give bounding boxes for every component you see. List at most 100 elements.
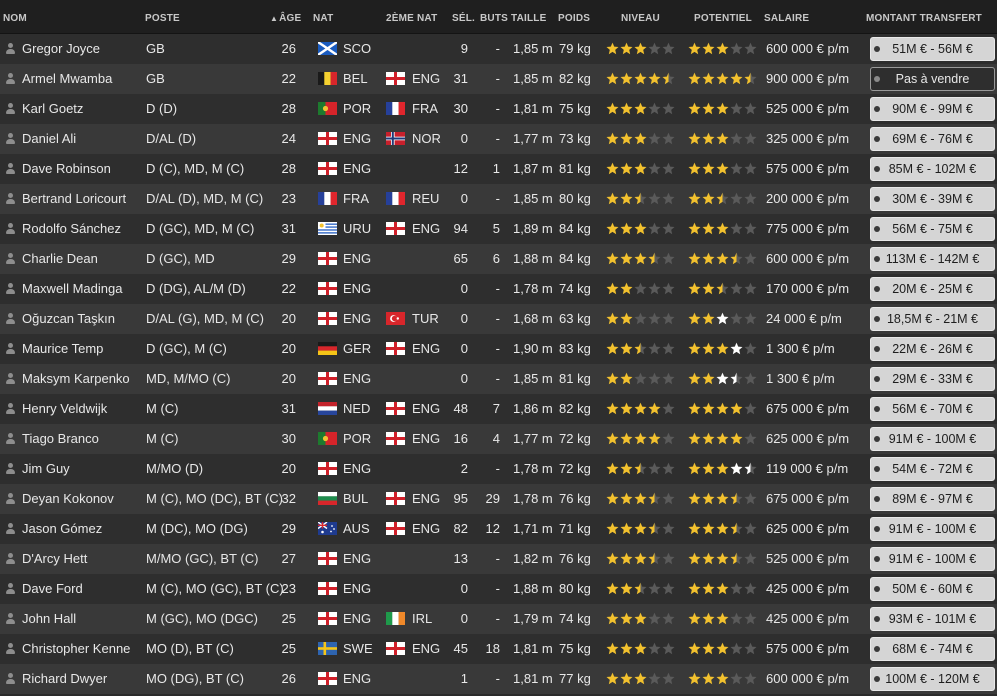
transfer-value-tag[interactable]: 93M € - 101M € (870, 607, 995, 631)
transfer-value-tag[interactable]: 56M € - 70M € (870, 397, 995, 421)
table-row[interactable]: Oğuzcan Taşkın D/AL (G), MD, M (C) 20 ENG TU… (0, 304, 997, 334)
col-header-potentiel[interactable]: POTENTIEL (694, 0, 752, 34)
nat2-flag-icon (386, 132, 405, 145)
table-row[interactable]: Gregor Joyce GB 26 SCO 9 -1,85 m 79 kg 600 000 … (0, 34, 997, 64)
transfer-value-tag[interactable]: 100M € - 120M € (870, 667, 995, 691)
player-name[interactable]: Gregor Joyce (22, 34, 100, 64)
table-row[interactable]: Rodolfo Sánchez D (GC), MD, M (C) 31 URU ENG… (0, 214, 997, 244)
player-name[interactable]: John Hall (22, 604, 76, 634)
player-name[interactable]: Dave Robinson (22, 154, 111, 184)
player-name[interactable]: Jason Gómez (22, 514, 102, 544)
transfer-value-tag[interactable]: 91M € - 100M € (870, 427, 995, 451)
table-row[interactable]: Richard Dwyer MO (DG), BT (C) 26 ENG 1 -1,81 … (0, 664, 997, 694)
player-name[interactable]: Daniel Ali (22, 124, 76, 154)
player-second-nationality: REU (412, 191, 440, 206)
col-header-taille[interactable]: TAILLE (511, 0, 546, 34)
transfer-value-tag[interactable]: 56M € - 75M € (870, 217, 995, 241)
player-name[interactable]: Maurice Temp (22, 334, 103, 364)
col-header-sel[interactable]: SÉL. (452, 0, 475, 34)
player-name[interactable]: D'Arcy Hett (22, 544, 87, 574)
table-row[interactable]: Christopher Kenne MO (D), BT (C) 25 SWE ENG 4… (0, 634, 997, 664)
col-header-transfert[interactable]: MONTANT TRANSFERT (866, 0, 982, 34)
player-name[interactable]: Bertrand Loricourt (22, 184, 126, 214)
transfer-value: 51M € - 56M € (892, 42, 973, 56)
table-row[interactable]: Tiago Branco M (C) 30 POR ENG 16 4 1,77 m 72 kg 6… (0, 424, 997, 454)
player-name[interactable]: Deyan Kokonov (22, 484, 114, 514)
transfer-value-tag[interactable]: 91M € - 100M € (870, 517, 995, 541)
col-header-nat[interactable]: NAT (313, 0, 333, 34)
table-row[interactable]: Dave Ford M (C), MO (GC), BT (C) 23 ENG 0 -1,… (0, 574, 997, 604)
col-header-poids[interactable]: POIDS (558, 0, 590, 34)
person-icon (5, 433, 16, 445)
table-row[interactable]: Charlie Dean D (GC), MD 29 ENG 65 6 1,88 m 84 k… (0, 244, 997, 274)
transfer-value-tag[interactable]: 50M € - 60M € (870, 577, 995, 601)
table-row[interactable]: Jim Guy M/MO (D) 20 ENG 2 -1,78 m 72 kg 119 000… (0, 454, 997, 484)
nat-flag-icon (318, 72, 337, 85)
star-icon (662, 492, 675, 505)
table-row[interactable]: Deyan Kokonov M (C), MO (DC), BT (C) 32 BUL… (0, 484, 997, 514)
player-name[interactable]: Dave Ford (22, 574, 83, 604)
table-row[interactable]: Maurice Temp D (GC), M (C) 20 GER ENG 0 -1,90 … (0, 334, 997, 364)
transfer-value-tag[interactable]: 30M € - 39M € (870, 187, 995, 211)
transfer-value-tag[interactable]: 113M € - 142M € (870, 247, 995, 271)
nat2-flag-icon (386, 402, 405, 415)
transfer-value-tag[interactable]: 51M € - 56M € (870, 37, 995, 61)
player-name[interactable]: Henry Veldwijk (22, 394, 107, 424)
star-icon (702, 522, 715, 535)
player-caps: 2 (460, 461, 468, 476)
player-name[interactable]: Armel Mwamba (22, 64, 112, 94)
col-header-salaire[interactable]: SALAIRE (764, 0, 809, 34)
transfer-value-tag[interactable]: 69M € - 76M € (870, 127, 995, 151)
col-header-poste[interactable]: POSTE (145, 0, 180, 34)
player-name[interactable]: Tiago Branco (22, 424, 99, 454)
player-name[interactable]: Christopher Kenne (22, 634, 130, 664)
col-header-nom[interactable]: NOM (3, 0, 27, 34)
ability-stars (606, 372, 676, 385)
table-row[interactable]: Armel Mwamba GB 22 BEL ENG 31 -1,85 m 82 kg 900 … (0, 64, 997, 94)
transfer-value-tag[interactable]: 18,5M € - 21M € (870, 307, 995, 331)
nat2-flag-icon (386, 192, 405, 205)
table-row[interactable]: John Hall M (GC), MO (DGC) 25 ENG IRL 0 -1,79 … (0, 604, 997, 634)
player-name[interactable]: Maxwell Madinga (22, 274, 122, 304)
col-header-nat2[interactable]: 2ÈME NAT (386, 0, 437, 34)
star-icon (662, 372, 675, 385)
transfer-value-tag[interactable]: 90M € - 99M € (870, 97, 995, 121)
transfer-value-tag[interactable]: Pas à vendre (870, 67, 995, 91)
transfer-value-tag[interactable]: 29M € - 33M € (870, 367, 995, 391)
player-name[interactable]: Richard Dwyer (22, 664, 107, 694)
player-name[interactable]: Karl Goetz (22, 94, 83, 124)
star-icon (606, 342, 619, 355)
col-header-niveau[interactable]: NIVEAU (621, 0, 660, 34)
player-weight: 80 kg (559, 581, 591, 596)
table-row[interactable]: Daniel Ali D/AL (D) 24 ENG NOR 0 -1,77 m 73 kg 3… (0, 124, 997, 154)
player-name[interactable]: Charlie Dean (22, 244, 98, 274)
transfer-value: 30M € - 39M € (892, 192, 973, 206)
star-icon (730, 222, 743, 235)
player-name[interactable]: Maksym Karpenko (22, 364, 130, 394)
transfer-value-tag[interactable]: 22M € - 26M € (870, 337, 995, 361)
table-row[interactable]: D'Arcy Hett M/MO (GC), BT (C) 27 ENG 13 -1,82… (0, 544, 997, 574)
table-row[interactable]: Karl Goetz D (D) 28 POR FRA 30 -1,81 m 75 kg 525… (0, 94, 997, 124)
transfer-value-tag[interactable]: 68M € - 74M € (870, 637, 995, 661)
table-row[interactable]: Maxwell Madinga D (DG), AL/M (D) 22 ENG 0 -1,… (0, 274, 997, 304)
transfer-value-tag[interactable]: 91M € - 100M € (870, 547, 995, 571)
transfer-value-tag[interactable]: 89M € - 97M € (870, 487, 995, 511)
transfer-value-tag[interactable]: 20M € - 25M € (870, 277, 995, 301)
table-row[interactable]: Jason Gómez M (DC), MO (DG) 29 AUS ENG 82 12 1,… (0, 514, 997, 544)
player-position: M (C), MO (GC), BT (C) (146, 581, 284, 596)
table-row[interactable]: Maksym Karpenko MD, M/MO (C) 20 ENG 0 -1,85 m… (0, 364, 997, 394)
col-header-buts[interactable]: BUTS (480, 0, 508, 34)
person-icon (5, 583, 16, 595)
player-name[interactable]: Jim Guy (22, 454, 70, 484)
transfer-value-tag[interactable]: 85M € - 102M € (870, 157, 995, 181)
col-header-age[interactable]: ▲ÂGE (270, 0, 301, 34)
potential-stars (688, 672, 758, 685)
table-row[interactable]: Bertrand Loricourt D/AL (D), MD, M (C) 23 F… (0, 184, 997, 214)
table-row[interactable]: Dave Robinson D (C), MD, M (C) 28 ENG 12 1 1,8… (0, 154, 997, 184)
table-row[interactable]: Henry Veldwijk M (C) 31 NED ENG 48 7 1,86 m 82 k… (0, 394, 997, 424)
player-name[interactable]: Oğuzcan Taşkın (22, 304, 115, 334)
star-icon (634, 642, 647, 655)
transfer-value-tag[interactable]: 54M € - 72M € (870, 457, 995, 481)
ability-stars (606, 312, 676, 325)
player-name[interactable]: Rodolfo Sánchez (22, 214, 121, 244)
